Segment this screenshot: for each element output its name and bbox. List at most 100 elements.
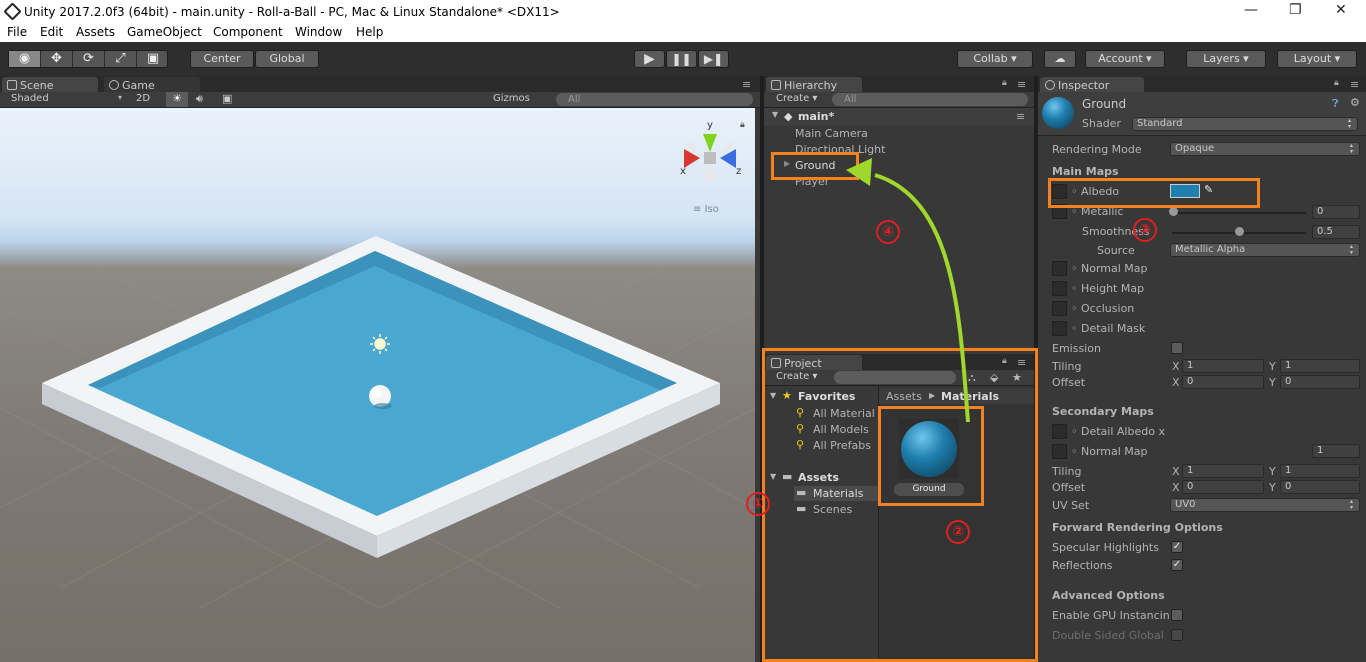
asset-ground-label[interactable]: Ground <box>894 483 964 496</box>
tiling-2-y-field[interactable]: 1 <box>1280 464 1360 478</box>
rendering-mode-dropdown[interactable]: Opaque <box>1170 142 1360 156</box>
source-dropdown[interactable]: Metallic Alpha <box>1170 243 1360 257</box>
tiling-y-field[interactable]: 1 <box>1280 359 1360 373</box>
project-menu-icon[interactable]: ≡ <box>1017 356 1026 369</box>
tiling-x-field[interactable]: 1 <box>1182 359 1264 373</box>
metallic-label: ◦ Metallic <box>1071 205 1124 218</box>
expand-arrow-icon[interactable]: ▼ <box>772 110 778 119</box>
folder-materials[interactable]: Materials <box>813 487 863 500</box>
normal-scale-field[interactable]: 1 <box>1312 444 1360 458</box>
scale-tool-icon[interactable]: ⤢ <box>105 51 137 67</box>
panel-menu-icon[interactable]: ≡ <box>742 78 751 91</box>
menu-help[interactable]: Help <box>356 25 383 39</box>
normal-map-label: ◦ Normal Map <box>1071 262 1148 275</box>
detail-mask-slot[interactable] <box>1052 321 1067 336</box>
favorite-star-icon[interactable]: ★ <box>1012 371 1022 384</box>
offset-2-x-field[interactable]: 0 <box>1182 480 1264 494</box>
fav-all-prefabs[interactable]: All Prefabs <box>813 439 871 452</box>
assets-folder-label[interactable]: Assets <box>798 471 839 484</box>
gear-icon[interactable]: ⚙ <box>1350 96 1360 109</box>
emission-checkbox[interactable] <box>1171 342 1183 354</box>
step-3-marker: ③ <box>1133 218 1157 242</box>
hierarchy-lock-icon[interactable]: 🔒︎ <box>1002 78 1007 88</box>
scene-menu-icon[interactable]: ≡ <box>1016 110 1025 123</box>
player-ball-highlight <box>372 388 382 398</box>
menu-component[interactable]: Component <box>213 25 283 39</box>
pause-button[interactable]: ❚❚ <box>666 50 697 68</box>
effects-toggle-icon[interactable]: ▣ <box>222 92 232 105</box>
gpu-instancing-checkbox[interactable] <box>1171 609 1183 621</box>
orientation-gizmo[interactable] <box>684 134 736 180</box>
specular-checkbox[interactable]: ✓ <box>1171 541 1183 553</box>
pivot-center-button[interactable]: Center <box>190 50 254 68</box>
menu-gameobject[interactable]: GameObject <box>127 25 202 39</box>
eyedropper-icon[interactable]: ✎ <box>1204 183 1213 196</box>
menu-file[interactable]: File <box>7 25 27 39</box>
collab-button[interactable]: Collab ▾ <box>957 50 1033 68</box>
menu-edit[interactable]: Edit <box>40 25 63 39</box>
albedo-color-swatch[interactable] <box>1170 184 1200 198</box>
account-dropdown[interactable]: Account ▾ <box>1085 50 1165 68</box>
smoothness-value[interactable]: 0.5 <box>1312 225 1360 239</box>
minimize-icon[interactable]: — <box>1244 2 1258 18</box>
uv-set-dropdown[interactable]: UV0 <box>1170 498 1360 512</box>
metallic-texture-slot[interactable] <box>1052 204 1067 219</box>
inspector-menu-icon[interactable]: ≡ <box>1350 78 1359 91</box>
gizmo-lock-icon[interactable]: 🔒︎ <box>740 120 745 130</box>
rect-tool-icon[interactable]: ▣ <box>137 51 169 67</box>
tiling-2-x-field[interactable]: 1 <box>1182 464 1264 478</box>
albedo-texture-slot[interactable] <box>1052 184 1067 199</box>
normal-map-2-slot[interactable] <box>1052 444 1067 459</box>
tiling-2-y-label: Y <box>1269 465 1276 478</box>
metallic-slider-handle[interactable] <box>1169 207 1178 216</box>
occlusion-slot[interactable] <box>1052 301 1067 316</box>
hierarchy-create-button[interactable]: Create ▾ <box>776 93 817 104</box>
metallic-slider-track[interactable] <box>1172 212 1306 214</box>
cloud-icon[interactable]: ☁ <box>1044 50 1076 68</box>
offset-2-y-field[interactable]: 0 <box>1280 480 1360 494</box>
hierarchy-menu-icon[interactable]: ≡ <box>1017 78 1026 91</box>
shader-dropdown[interactable]: Standard <box>1132 117 1358 131</box>
offset-x-field[interactable]: 0 <box>1182 375 1264 389</box>
smoothness-slider-handle[interactable] <box>1235 227 1244 236</box>
layout-dropdown[interactable]: Layout ▾ <box>1277 50 1357 68</box>
maximize-icon[interactable]: ❐ <box>1289 2 1302 18</box>
metallic-value[interactable]: 0 <box>1312 205 1360 219</box>
scene-view[interactable]: y x z ≡ Iso 🔒︎ <box>0 108 755 662</box>
lighting-toggle-icon[interactable]: ☀ <box>166 92 188 107</box>
source-label: Source <box>1097 244 1135 257</box>
close-icon[interactable]: ✕ <box>1335 2 1347 18</box>
hierarchy-scene-row[interactable]: ▼ ◆ main* ≡ <box>764 108 1034 126</box>
hierarchy-item-main-camera[interactable]: Main Camera <box>795 127 868 140</box>
shading-mode-dropdown[interactable]: Shaded <box>11 93 49 104</box>
scene-search-input[interactable]: All <box>556 93 753 106</box>
assets-expand-icon[interactable]: ▼ <box>770 472 776 481</box>
project-lock-icon[interactable]: 🔒︎ <box>1002 356 1007 366</box>
audio-toggle-icon[interactable]: 🔊︎ <box>196 92 203 106</box>
normal-map-slot[interactable] <box>1052 261 1067 276</box>
height-map-slot[interactable] <box>1052 281 1067 296</box>
pivot-global-button[interactable]: Global <box>255 50 319 68</box>
iso-label[interactable]: ≡ Iso <box>693 204 719 215</box>
inspector-lock-icon[interactable]: 🔒︎ <box>1334 78 1339 88</box>
menu-assets[interactable]: Assets <box>76 25 115 39</box>
gizmos-dropdown[interactable]: Gizmos <box>493 93 530 104</box>
offset-y-field[interactable]: 0 <box>1280 375 1360 389</box>
folder-scenes[interactable]: Scenes <box>813 503 852 516</box>
sun-light-icon <box>370 334 390 354</box>
2d-toggle[interactable]: 2D <box>136 93 150 104</box>
reflections-checkbox[interactable]: ✓ <box>1171 559 1183 571</box>
view-tool-icon[interactable]: ◉ <box>9 51 41 67</box>
hierarchy-search-input[interactable]: All <box>832 93 1028 106</box>
offset-label: Offset <box>1052 376 1086 389</box>
layers-dropdown[interactable]: Layers ▾ <box>1186 50 1266 68</box>
step-button[interactable]: ▶❚ <box>698 50 729 68</box>
menu-window[interactable]: Window <box>295 25 342 39</box>
double-sided-checkbox <box>1171 629 1183 641</box>
help-icon[interactable]: ❓︎ <box>1332 97 1339 111</box>
move-tool-icon[interactable]: ✥ <box>41 51 73 67</box>
normal-map-2-label: ◦ Normal Map <box>1071 445 1148 458</box>
play-button[interactable]: ▶ <box>634 50 665 68</box>
rotate-tool-icon[interactable]: ⟳ <box>73 51 105 67</box>
detail-albedo-slot[interactable] <box>1052 424 1067 439</box>
